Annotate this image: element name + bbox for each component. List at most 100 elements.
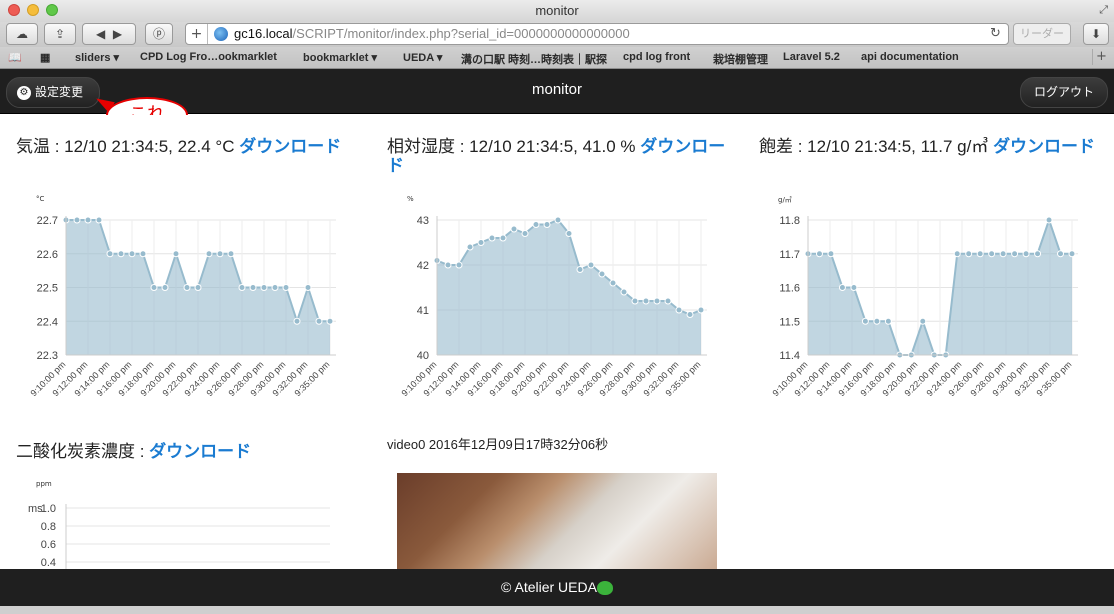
- data-point[interactable]: [194, 284, 202, 291]
- data-point[interactable]: [466, 243, 474, 251]
- data-point[interactable]: [150, 284, 158, 291]
- data-point[interactable]: [664, 297, 672, 305]
- data-point[interactable]: [326, 317, 334, 325]
- bookmark-item[interactable]: CPD Log Fro…ookmarklet: [140, 51, 277, 63]
- data-point[interactable]: [686, 311, 694, 318]
- data-point[interactable]: [139, 250, 147, 258]
- bookmark-item[interactable]: UEDA ▾: [403, 51, 442, 64]
- data-point[interactable]: [620, 288, 628, 296]
- data-point[interactable]: [260, 284, 268, 291]
- minimize-window-button[interactable]: [27, 4, 39, 16]
- browser-toolbar: ☁ ⇪ ◀ ▶ ⓟ + gc16.local/SCRIPT/monitor/in…: [0, 22, 1114, 47]
- data-point[interactable]: [488, 234, 496, 242]
- data-point[interactable]: [653, 297, 661, 305]
- top-sites-icon[interactable]: ▦: [40, 51, 50, 64]
- data-point[interactable]: [477, 239, 485, 246]
- data-point[interactable]: [304, 284, 312, 291]
- data-point[interactable]: [455, 261, 463, 269]
- data-point[interactable]: [128, 250, 136, 258]
- data-point[interactable]: [838, 284, 846, 291]
- data-point[interactable]: [576, 266, 584, 273]
- data-point[interactable]: [293, 317, 301, 325]
- data-point[interactable]: [249, 284, 257, 291]
- data-point[interactable]: [510, 225, 518, 233]
- data-point[interactable]: [532, 221, 540, 228]
- back-icon[interactable]: ◀: [96, 27, 105, 41]
- data-point[interactable]: [1022, 250, 1030, 258]
- data-point[interactable]: [1045, 216, 1053, 224]
- data-point[interactable]: [988, 250, 996, 258]
- data-point[interactable]: [543, 221, 551, 228]
- back-forward-buttons[interactable]: ◀ ▶: [82, 23, 136, 45]
- add-icon[interactable]: +: [186, 24, 208, 44]
- reload-icon[interactable]: ↻: [990, 24, 1001, 44]
- maximize-window-button[interactable]: [46, 4, 58, 16]
- data-point[interactable]: [106, 250, 114, 258]
- bookmark-item[interactable]: Laravel 5.2: [783, 51, 840, 63]
- data-point[interactable]: [965, 250, 973, 258]
- data-point[interactable]: [609, 279, 617, 287]
- data-point[interactable]: [1068, 250, 1076, 258]
- bookmark-item[interactable]: api documentation: [861, 51, 959, 63]
- bookmark-item[interactable]: bookmarklet ▾: [303, 51, 377, 64]
- data-point[interactable]: [172, 250, 180, 258]
- data-point[interactable]: [873, 317, 881, 325]
- data-point[interactable]: [117, 250, 125, 258]
- data-point[interactable]: [282, 284, 290, 291]
- deficit-download-link[interactable]: ダウンロード: [993, 137, 1095, 156]
- data-point[interactable]: [642, 297, 650, 305]
- forward-icon[interactable]: ▶: [113, 27, 122, 41]
- data-point[interactable]: [95, 216, 103, 224]
- data-point[interactable]: [697, 306, 705, 314]
- data-point[interactable]: [315, 317, 323, 325]
- data-point[interactable]: [850, 284, 858, 291]
- icloud-button[interactable]: ☁: [6, 23, 38, 45]
- data-point[interactable]: [631, 297, 639, 305]
- bookmark-item[interactable]: cpd log front: [623, 51, 690, 63]
- data-point[interactable]: [587, 261, 595, 269]
- data-point[interactable]: [861, 317, 869, 325]
- data-point[interactable]: [238, 284, 246, 291]
- data-point[interactable]: [1011, 250, 1019, 258]
- data-point[interactable]: [73, 216, 81, 224]
- fullscreen-icon[interactable]: ⤢: [1099, 3, 1108, 17]
- data-point[interactable]: [444, 261, 452, 269]
- add-tab-icon[interactable]: +: [1092, 49, 1110, 65]
- data-point[interactable]: [216, 250, 224, 258]
- data-point[interactable]: [815, 250, 823, 258]
- close-window-button[interactable]: [8, 4, 20, 16]
- reading-list-icon[interactable]: 📖: [8, 51, 22, 64]
- address-bar[interactable]: + gc16.local/SCRIPT/monitor/index.php?se…: [185, 23, 1009, 45]
- co2-download-link[interactable]: ダウンロード: [149, 442, 251, 461]
- data-point[interactable]: [183, 284, 191, 291]
- data-point[interactable]: [271, 284, 279, 291]
- reader-button[interactable]: リーダー: [1013, 23, 1071, 45]
- share-button[interactable]: ⇪: [44, 23, 76, 45]
- data-point[interactable]: [84, 216, 92, 224]
- bookmark-item[interactable]: 栽培棚管理: [713, 51, 768, 67]
- downloads-button[interactable]: ⬇: [1083, 23, 1109, 45]
- data-point[interactable]: [675, 306, 683, 314]
- temperature-download-link[interactable]: ダウンロード: [239, 137, 341, 156]
- data-point[interactable]: [1034, 250, 1042, 258]
- data-point[interactable]: [976, 250, 984, 258]
- data-point[interactable]: [205, 250, 213, 258]
- data-point[interactable]: [565, 230, 573, 237]
- data-point[interactable]: [919, 317, 927, 325]
- data-point[interactable]: [827, 250, 835, 258]
- data-point[interactable]: [884, 317, 892, 325]
- data-point[interactable]: [521, 230, 529, 237]
- bookmark-item[interactable]: 溝の口駅 時刻…時刻表｜駅探: [461, 51, 607, 67]
- data-point[interactable]: [953, 250, 961, 258]
- data-point[interactable]: [227, 250, 235, 258]
- data-point[interactable]: [999, 250, 1007, 258]
- bookmark-item[interactable]: sliders ▾: [75, 51, 119, 64]
- data-point[interactable]: [598, 270, 606, 278]
- data-point[interactable]: [161, 284, 169, 291]
- data-point[interactable]: [499, 234, 507, 242]
- logout-button[interactable]: ログアウト: [1020, 77, 1108, 108]
- url-text[interactable]: gc16.local/SCRIPT/monitor/index.php?seri…: [234, 24, 630, 44]
- data-point[interactable]: [554, 216, 562, 224]
- data-point[interactable]: [1057, 250, 1065, 258]
- pinterest-button[interactable]: ⓟ: [145, 23, 173, 45]
